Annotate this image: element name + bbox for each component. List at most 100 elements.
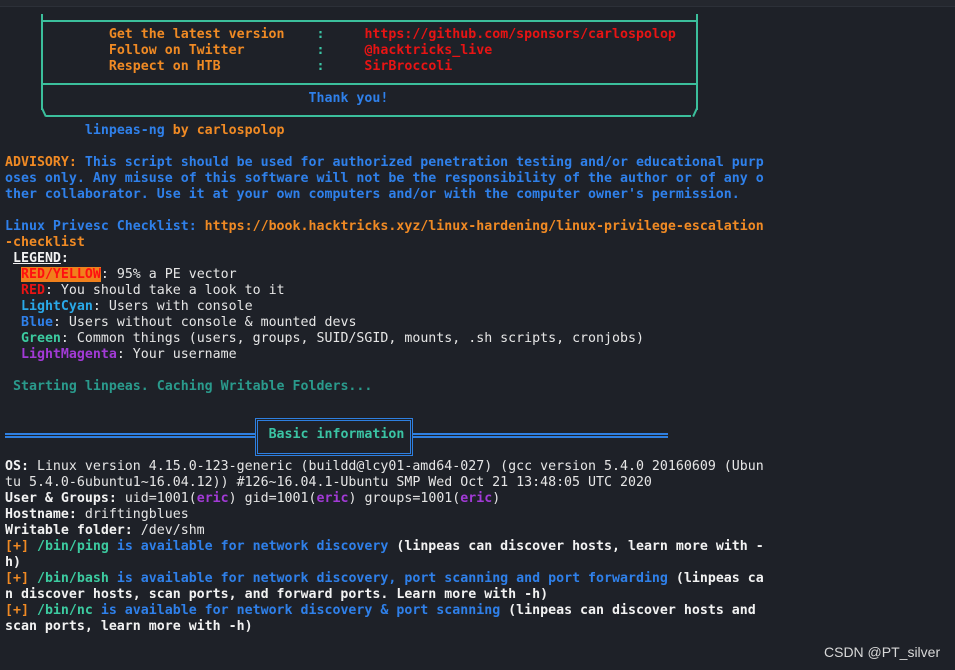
terminal-text: /dev/shm — [140, 523, 205, 538]
terminal-line: RED: You should take a look to it — [5, 283, 764, 299]
terminal-line: Basic information — [5, 427, 764, 443]
terminal-text: Green — [20, 331, 61, 346]
terminal-line: User & Groups: uid=1001(eric) gid=1001(e… — [5, 491, 764, 507]
terminal-text: : Users without console & mounted devs — [52, 315, 357, 330]
terminal-text: RED/YELLOW — [20, 267, 101, 282]
terminal-line: [+] /bin/bash is available for network d… — [5, 571, 764, 587]
terminal-text: Basic information — [268, 427, 405, 442]
terminal-text: https://github.com/sponsors/carlospolop — [364, 27, 676, 42]
terminal-line: OS: Linux version 4.15.0-123-generic (bu… — [5, 459, 764, 475]
terminal-text: : Common things (users, groups, SUID/SGI… — [60, 331, 644, 346]
terminal-line: Follow on Twitter : @hacktricks_live — [5, 43, 764, 59]
terminal-line: Writable folder: /dev/shm — [5, 523, 764, 539]
terminal-text: eric — [460, 491, 493, 506]
terminal-line: Get the latest version : https://github.… — [5, 27, 764, 43]
terminal-text: : Users with console — [92, 299, 253, 314]
terminal-text: n discover hosts, scan ports, and forwar… — [5, 587, 549, 602]
terminal-text: by carlospolop — [164, 123, 285, 138]
watermark: CSDN @PT_silver — [824, 644, 941, 660]
terminal-text: driftingblues — [84, 507, 189, 522]
terminal-text: ADVISORY: — [5, 155, 85, 170]
terminal-text: Starting linpeas. Caching Writable Folde… — [13, 379, 373, 394]
terminal-text: h) — [5, 555, 21, 570]
terminal-line: n discover hosts, scan ports, and forwar… — [5, 587, 764, 603]
terminal-line: Thank you! — [5, 91, 764, 107]
terminal-line: Green: Common things (users, groups, SUI… — [5, 331, 764, 347]
terminal-text: (linpeas can discover hosts and — [500, 603, 756, 618]
terminal-text: ) groups=1001( — [348, 491, 461, 506]
terminal-text: @hacktricks_live — [364, 43, 493, 58]
terminal-line: Starting linpeas. Caching Writable Folde… — [5, 379, 764, 395]
terminal-text: linpeas-ng — [84, 123, 165, 138]
terminal-line: [+] /bin/ping is available for network d… — [5, 539, 764, 555]
terminal-text: /bin/ping — [36, 539, 109, 554]
terminal-text: /bin/bash — [36, 571, 109, 586]
terminal-text: -checklist — [5, 235, 85, 250]
terminal-text: Respect on HTB — [108, 59, 221, 74]
terminal-text: ) — [492, 491, 501, 506]
terminal-line: scan ports, learn more with -h) — [5, 619, 764, 635]
terminal-text: OS: — [5, 459, 37, 474]
terminal-text: (linpeas ca — [667, 571, 764, 586]
terminal-text: is available for network discovery & por… — [92, 603, 501, 618]
terminal-text: Follow on Twitter — [108, 43, 245, 58]
terminal-text: Linux version 4.15.0-123-generic (buildd… — [36, 459, 764, 474]
terminal-text: Writable folder: — [5, 523, 141, 538]
terminal-line: h) — [5, 555, 764, 571]
terminal-text: [+] — [5, 539, 37, 554]
terminal-text: eric — [316, 491, 349, 506]
terminal-text: : You should take a look to it — [44, 283, 285, 298]
terminal-text: : — [316, 27, 325, 42]
terminal-line: tu 5.4.0-6ubuntu1~16.04.12)) #126~16.04.… — [5, 475, 764, 491]
terminal-line: RED/YELLOW: 95% a PE vector — [5, 267, 764, 283]
terminal-text: uid=1001( — [124, 491, 197, 506]
terminal-line: LightMagenta: Your username — [5, 347, 764, 363]
terminal-line: Respect on HTB : SirBroccoli — [5, 59, 764, 75]
terminal-text: : 95% a PE vector — [100, 267, 237, 282]
terminal-line: ADVISORY: This script should be used for… — [5, 155, 764, 171]
terminal-text: is available for network discovery — [108, 539, 389, 554]
terminal-text: LightMagenta — [20, 347, 117, 362]
terminal-text: ) gid=1001( — [228, 491, 317, 506]
terminal-text: https://book.hacktricks.xyz/linux-harden… — [204, 219, 764, 234]
terminal-text: (linpeas can discover hosts, learn more … — [388, 539, 764, 554]
terminal-line: Blue: Users without console & mounted de… — [5, 315, 764, 331]
terminal-text: LightCyan — [20, 299, 93, 314]
terminal-text: RED — [20, 283, 45, 298]
terminal-text: Linux Privesc Checklist: — [5, 219, 205, 234]
terminal-text: [+] — [5, 603, 37, 618]
terminal-line: oses only. Any misuse of this software w… — [5, 171, 764, 187]
terminal-text: tu 5.4.0-6ubuntu1~16.04.12)) #126~16.04.… — [5, 475, 652, 490]
window-menu-bar — [0, 0, 955, 7]
terminal-text: ther collaborator. Use it at your own co… — [5, 187, 740, 202]
terminal-text: Get the latest version — [108, 27, 285, 42]
terminal-text: LEGEND — [13, 251, 61, 266]
terminal-line: LightCyan: Users with console — [5, 299, 764, 315]
terminal-line: [+] /bin/nc is available for network dis… — [5, 603, 764, 619]
